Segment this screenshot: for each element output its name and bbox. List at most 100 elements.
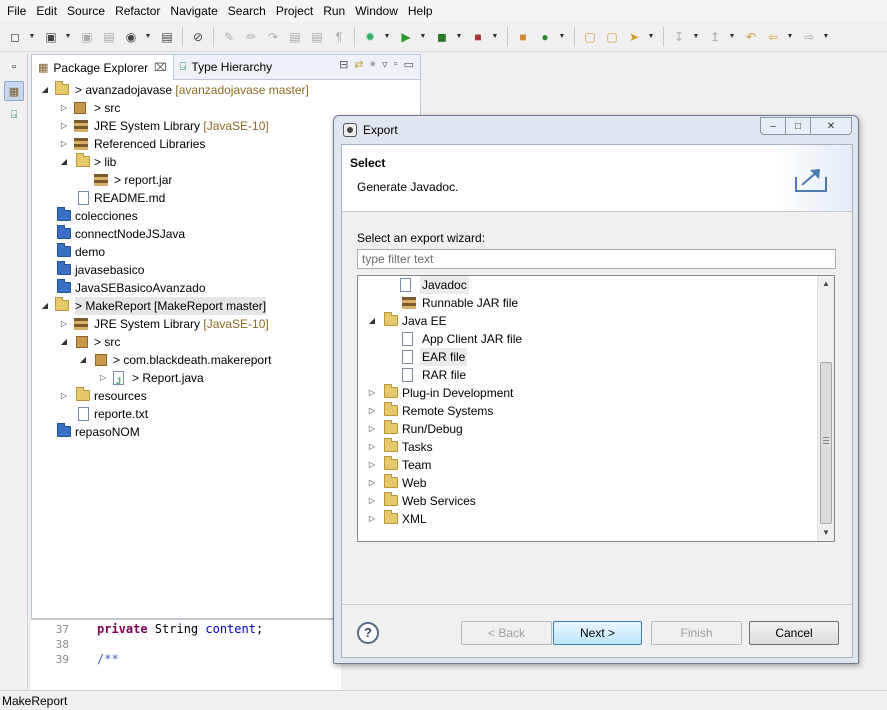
expanded-icon[interactable]: ◢ <box>367 312 377 330</box>
minimize-icon[interactable]: – <box>760 117 786 135</box>
next-edit-icon[interactable]: ↧ <box>670 28 688 46</box>
collapsed-icon[interactable]: ▷ <box>59 117 69 135</box>
save-all-icon[interactable]: ▤ <box>100 28 118 46</box>
cancel-button[interactable]: Cancel <box>749 621 839 645</box>
run-dropdown-icon[interactable]: ▼ <box>419 28 427 46</box>
mark-occurrences-icon[interactable]: ✎ <box>220 28 238 46</box>
wizard-category-plugin-development[interactable]: ▷ Plug-in Development <box>358 384 834 402</box>
collapsed-icon[interactable]: ▷ <box>59 99 69 117</box>
menu-search[interactable]: Search <box>225 4 273 18</box>
run-icon[interactable]: ▶ <box>397 28 415 46</box>
prev-annotation-icon[interactable]: ▤ <box>286 28 304 46</box>
wizard-item-ear-file[interactable]: EAR file <box>358 348 834 366</box>
print-dropdown-icon[interactable]: ▼ <box>144 28 152 46</box>
wizard-category-web-services[interactable]: ▷ Web Services <box>358 492 834 510</box>
collapsed-icon[interactable]: ▷ <box>367 420 377 438</box>
collapsed-icon[interactable]: ▷ <box>367 438 377 456</box>
wizard-item-app-client-jar[interactable]: App Client JAR file <box>358 330 834 348</box>
terminal-icon[interactable]: ▤ <box>158 28 176 46</box>
collapsed-icon[interactable]: ▷ <box>59 135 69 153</box>
view-menu-icon[interactable]: ▿ <box>382 58 388 71</box>
back-button[interactable]: < Back <box>461 621 552 645</box>
expanded-icon[interactable]: ◢ <box>59 333 69 351</box>
wizard-category-tasks[interactable]: ▷ Tasks <box>358 438 834 456</box>
expanded-icon[interactable]: ◢ <box>40 81 50 99</box>
link-with-editor-icon[interactable]: ⇄ <box>354 58 363 71</box>
maximize-icon[interactable]: ▭ <box>404 58 414 71</box>
skip-breakpoints-icon[interactable]: ⊘ <box>189 28 207 46</box>
menu-refactor[interactable]: Refactor <box>112 4 167 18</box>
print-icon[interactable]: ◉ <box>122 28 140 46</box>
next-annotation-icon[interactable]: ↷ <box>264 28 282 46</box>
wizard-item-runnable-jar[interactable]: Runnable JAR file <box>358 294 834 312</box>
scroll-down-icon[interactable]: ▼ <box>818 525 834 541</box>
maximize-icon[interactable]: □ <box>785 117 811 135</box>
coverage-icon[interactable]: ◼ <box>433 28 451 46</box>
new-class-dropdown-icon[interactable]: ▼ <box>558 28 566 46</box>
wizard-category-xml[interactable]: ▷ XML <box>358 510 834 528</box>
collapsed-icon[interactable]: ▷ <box>59 315 69 333</box>
filter-input[interactable]: type filter text <box>357 249 836 269</box>
tab-type-hierarchy[interactable]: ⍈ Type Hierarchy <box>174 55 278 79</box>
wizard-item-javadoc[interactable]: Javadoc <box>358 276 834 294</box>
search-icon[interactable]: ➤ <box>625 28 643 46</box>
wizard-category-remote-systems[interactable]: ▷ Remote Systems <box>358 402 834 420</box>
expanded-icon[interactable]: ◢ <box>59 153 69 171</box>
finish-button[interactable]: Finish <box>651 621 742 645</box>
focus-icon[interactable]: ● <box>370 58 377 71</box>
debug-dropdown-icon[interactable]: ▼ <box>383 28 391 46</box>
minimize-icon[interactable]: ▫ <box>394 58 398 71</box>
collapsed-icon[interactable]: ▷ <box>367 402 377 420</box>
collapsed-icon[interactable]: ▷ <box>367 510 377 528</box>
paragraph-icon[interactable]: ¶ <box>330 28 348 46</box>
new-package-icon[interactable]: ■ <box>514 28 532 46</box>
new-java-icon[interactable]: ▣ <box>42 28 60 46</box>
external-tools-icon[interactable]: ■ <box>469 28 487 46</box>
menu-source[interactable]: Source <box>64 4 112 18</box>
new-class-icon[interactable]: ● <box>536 28 554 46</box>
menu-project[interactable]: Project <box>273 4 320 18</box>
menu-file[interactable]: File <box>4 4 33 18</box>
tab-package-explorer[interactable]: ▦ Package Explorer ⌧ <box>32 55 174 80</box>
scroll-up-icon[interactable]: ▲ <box>818 276 834 292</box>
scrollbar-thumb[interactable] <box>820 362 832 524</box>
wizard-item-rar-file[interactable]: RAR file <box>358 366 834 384</box>
back-dropdown-icon[interactable]: ▼ <box>786 28 794 46</box>
restore-icon[interactable]: ▫ <box>4 57 24 77</box>
next-edit-dropdown-icon[interactable]: ▼ <box>692 28 700 46</box>
open-task-icon[interactable]: ▢ <box>603 28 621 46</box>
collapsed-icon[interactable]: ▷ <box>367 384 377 402</box>
collapsed-icon[interactable]: ▷ <box>59 387 69 405</box>
forward-icon[interactable]: ⇨ <box>800 28 818 46</box>
help-button[interactable]: ? <box>357 622 379 644</box>
external-tools-dropdown-icon[interactable]: ▼ <box>491 28 499 46</box>
expanded-icon[interactable]: ◢ <box>40 297 50 315</box>
code-editor[interactable]: 37 private String content; 38 39 /** <box>31 619 341 690</box>
menu-help[interactable]: Help <box>405 4 440 18</box>
highlight-icon[interactable]: ✏ <box>242 28 260 46</box>
menu-edit[interactable]: Edit <box>33 4 64 18</box>
search-dropdown-icon[interactable]: ▼ <box>647 28 655 46</box>
menu-run[interactable]: Run <box>320 4 352 18</box>
forward-dropdown-icon[interactable]: ▼ <box>822 28 830 46</box>
prev-edit-icon[interactable]: ↥ <box>706 28 724 46</box>
collapsed-icon[interactable]: ▷ <box>367 492 377 510</box>
new-java-dropdown-icon[interactable]: ▼ <box>64 28 72 46</box>
wizard-category-team[interactable]: ▷ Team <box>358 456 834 474</box>
new-icon[interactable]: ◻ <box>6 28 24 46</box>
next-button[interactable]: Next > <box>553 621 642 645</box>
open-type-icon[interactable]: ▢ <box>581 28 599 46</box>
prev-edit-dropdown-icon[interactable]: ▼ <box>728 28 736 46</box>
coverage-dropdown-icon[interactable]: ▼ <box>455 28 463 46</box>
collapsed-icon[interactable]: ▷ <box>367 474 377 492</box>
collapsed-icon[interactable]: ▷ <box>98 369 108 387</box>
vertical-scrollbar[interactable]: ▲ ▼ <box>817 276 834 541</box>
back-icon[interactable]: ⇦ <box>764 28 782 46</box>
debug-icon[interactable]: ✹ <box>361 28 379 46</box>
collapsed-icon[interactable]: ▷ <box>367 456 377 474</box>
wizard-tree[interactable]: Javadoc Runnable JAR file ◢ Java EE App … <box>357 275 835 542</box>
close-icon[interactable]: ⌧ <box>154 61 167 74</box>
last-edit-icon[interactable]: ↶ <box>742 28 760 46</box>
wizard-category-java-ee[interactable]: ◢ Java EE <box>358 312 834 330</box>
menu-window[interactable]: Window <box>352 4 405 18</box>
